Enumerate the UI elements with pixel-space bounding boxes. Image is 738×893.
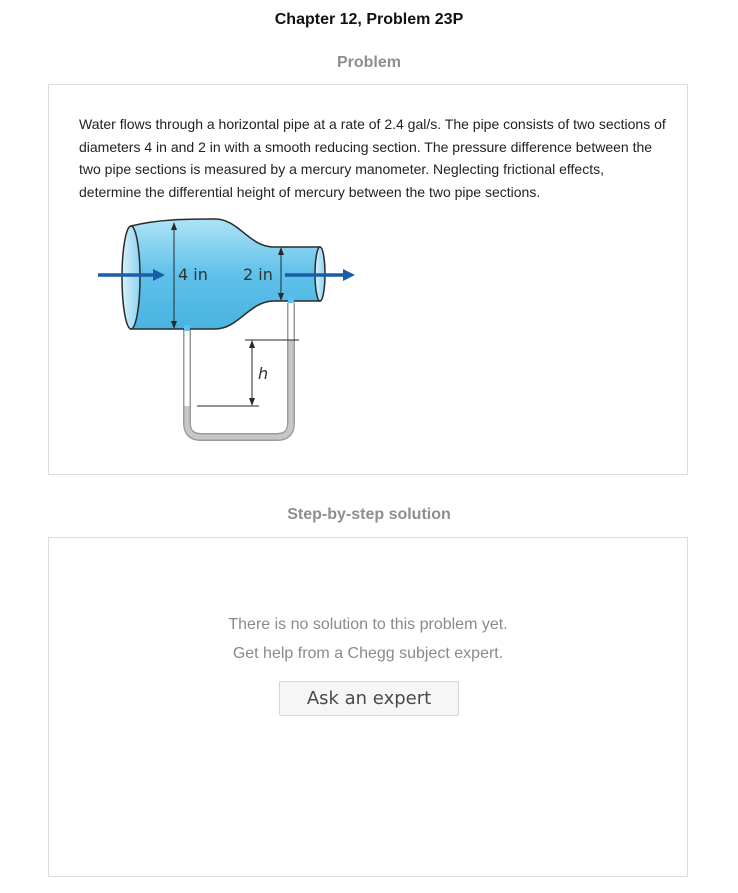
solution-heading: Step-by-step solution — [287, 506, 451, 523]
pipe-left-end — [121, 225, 141, 330]
label-4in: 4 in — [178, 265, 208, 284]
mercury-fill — [184, 340, 294, 440]
no-solution-message: There is no solution to this problem yet… — [228, 616, 508, 633]
problem-heading: Problem — [336, 54, 401, 71]
problem-panel: Water flows through a horizontal pipe at… — [48, 84, 688, 475]
expert-help-message: Get help from a Chegg subject expert. — [232, 645, 504, 662]
problem-statement: Water flows through a horizontal pipe at… — [79, 116, 666, 200]
label-2in: 2 in — [243, 265, 273, 284]
height-h-dimension — [197, 339, 299, 407]
pipe-manometer-figure: 4 in 2 in h — [98, 218, 355, 441]
ask-an-expert-button[interactable]: Ask an expert — [279, 681, 459, 716]
page-title: Chapter 12, Problem 23P — [274, 11, 464, 28]
label-h: h — [258, 364, 268, 383]
solution-panel: There is no solution to this problem yet… — [48, 537, 688, 877]
